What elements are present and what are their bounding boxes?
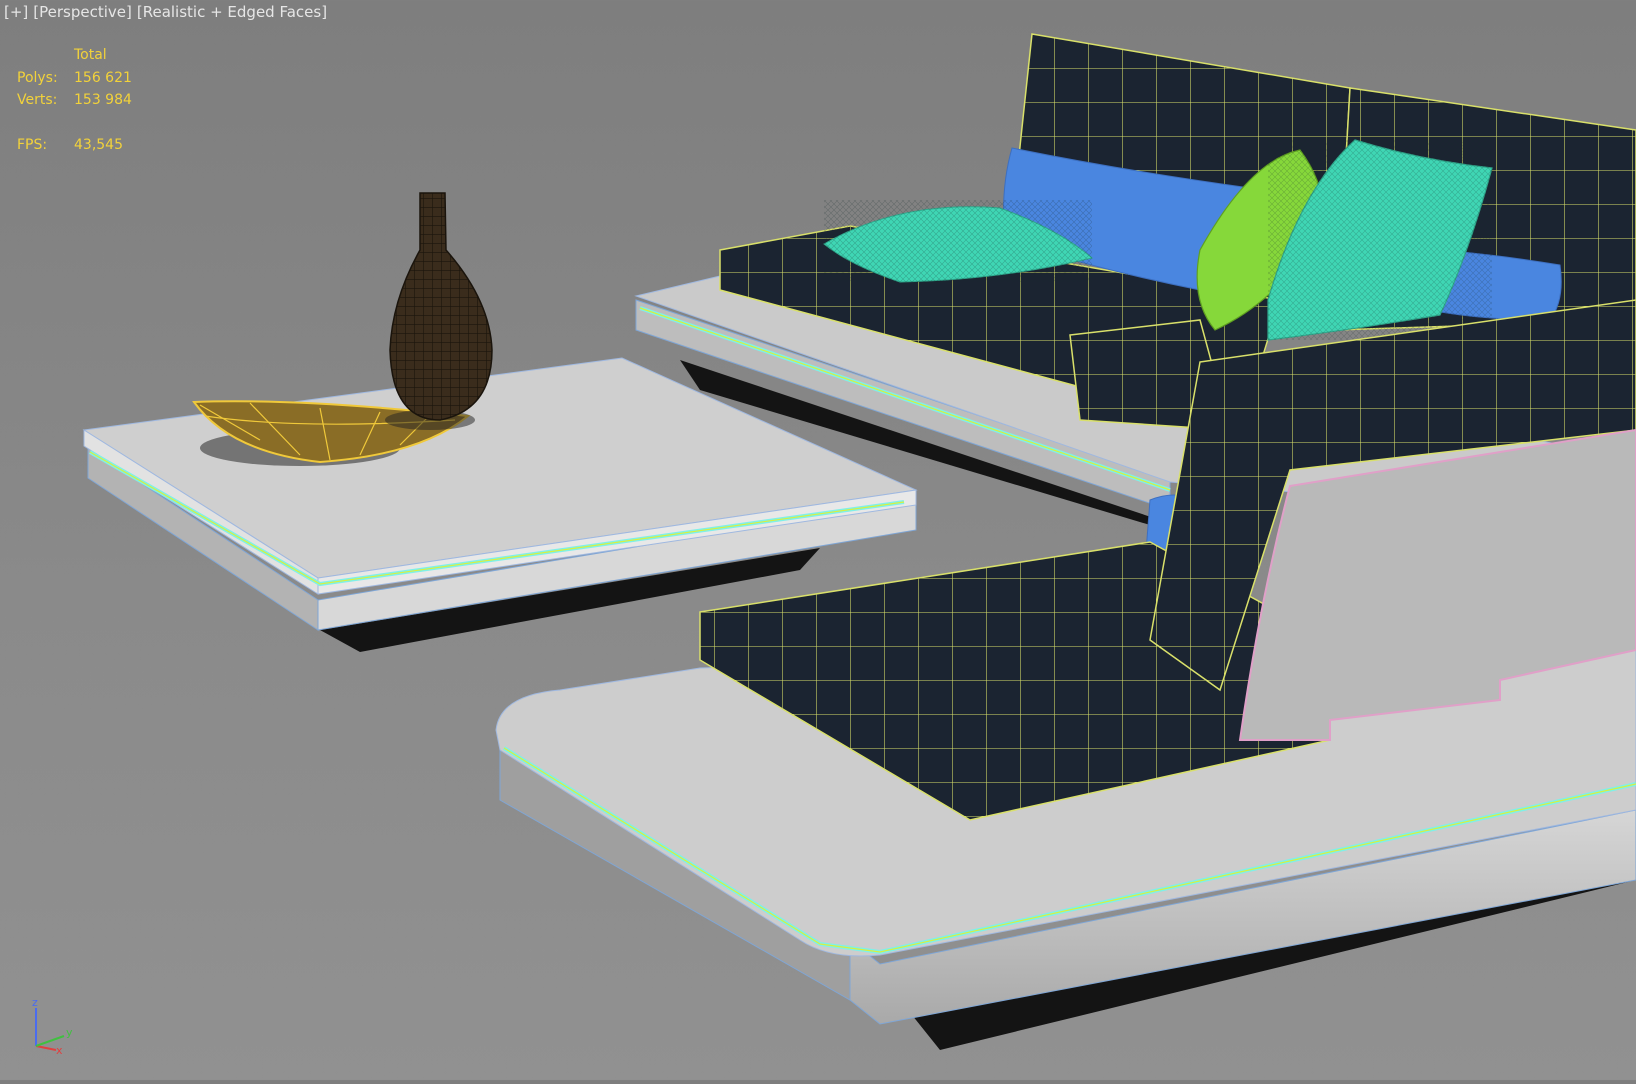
- scene-canvas[interactable]: [0, 0, 1636, 1080]
- gizmo-z-label: z: [32, 996, 38, 1009]
- viewport-label-menu: [+] [Perspective] [Realistic + Edged Faces…: [4, 3, 332, 21]
- vase[interactable]: [385, 192, 493, 430]
- pillow-teal-upright-wire: [1268, 140, 1492, 340]
- polys-label: Polys:: [17, 69, 58, 86]
- axis-gizmo-icon: z x y: [32, 996, 73, 1056]
- pillow-teal-flat-wire: [824, 200, 1092, 282]
- verts-label: Verts:: [17, 92, 58, 108]
- polys-value: 156 621: [74, 69, 132, 86]
- fps-value: 43,545: [74, 136, 123, 153]
- perspective-viewport[interactable]: [+] [Perspective] [Realistic + Edged Faces…: [0, 0, 1636, 1080]
- viewport-statistics: Total Polys: 156 621 Verts: 153 984 FPS:…: [17, 44, 132, 156]
- verts-value: 153 984: [74, 92, 132, 108]
- viewport-view-menu[interactable]: [Perspective]: [33, 3, 132, 21]
- stats-total-header: Total: [74, 47, 107, 63]
- fps-label: FPS:: [17, 136, 48, 153]
- gizmo-x-label: x: [56, 1044, 63, 1056]
- viewport-plus-menu[interactable]: [+]: [4, 3, 28, 21]
- viewport-shading-menu[interactable]: [Realistic + Edged Faces]: [137, 3, 327, 21]
- gizmo-y-label: y: [66, 1026, 73, 1039]
